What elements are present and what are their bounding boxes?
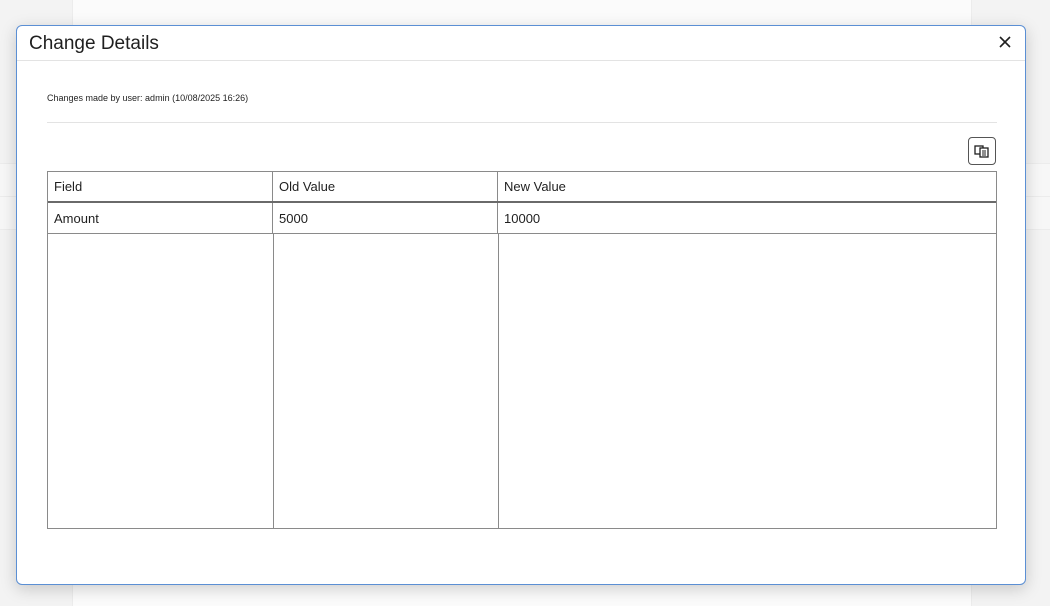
column-divider bbox=[498, 234, 499, 528]
changes-table: Field Old Value New Value Amount 5000 10… bbox=[47, 171, 997, 529]
change-info-text: Changes made by user: admin (10/08/2025 … bbox=[47, 93, 249, 103]
table-empty-area bbox=[48, 234, 996, 528]
column-divider bbox=[273, 234, 274, 528]
export-button[interactable] bbox=[968, 137, 996, 165]
close-icon bbox=[999, 36, 1011, 48]
cell-old-value: 5000 bbox=[273, 203, 498, 233]
cell-field: Amount bbox=[48, 203, 273, 233]
column-header-new-value[interactable]: New Value bbox=[498, 172, 996, 201]
table-header-row: Field Old Value New Value bbox=[48, 172, 996, 203]
divider bbox=[47, 122, 997, 123]
close-button[interactable] bbox=[995, 32, 1015, 52]
column-header-field[interactable]: Field bbox=[48, 172, 273, 201]
copy-export-icon bbox=[974, 145, 989, 158]
table-row[interactable]: Amount 5000 10000 bbox=[48, 203, 996, 234]
dialog-title: Change Details bbox=[29, 33, 159, 54]
cell-new-value: 10000 bbox=[504, 210, 541, 226]
column-header-old-value[interactable]: Old Value bbox=[273, 172, 498, 201]
dialog-header: Change Details bbox=[17, 26, 1025, 61]
change-details-dialog: Change Details Changes made by user: adm… bbox=[16, 25, 1026, 585]
